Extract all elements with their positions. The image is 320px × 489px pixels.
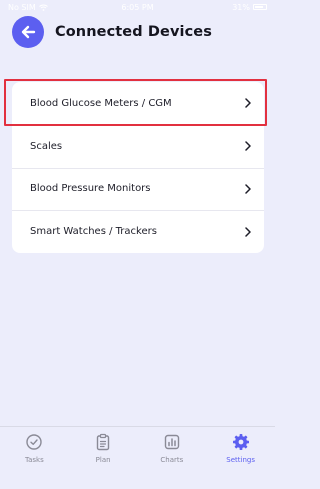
tab-label: Charts xyxy=(160,456,184,464)
back-button[interactable] xyxy=(12,16,44,48)
chevron-right-icon xyxy=(245,141,251,151)
devices-list: Blood Glucose Meters / CGM Scales Blood … xyxy=(4,79,267,253)
device-row-blood-pressure[interactable]: Blood Pressure Monitors xyxy=(12,168,264,211)
device-label: Blood Glucose Meters / CGM xyxy=(30,97,172,109)
device-label: Smart Watches / Trackers xyxy=(30,226,157,238)
tab-label: Plan xyxy=(95,456,111,464)
header: Connected Devices xyxy=(12,16,263,48)
chevron-right-icon xyxy=(245,226,251,237)
device-label: Blood Pressure Monitors xyxy=(30,183,151,195)
gear-icon xyxy=(232,434,249,450)
status-bar: No SIM 6:05 PM 31% xyxy=(0,0,275,14)
chevron-right-icon xyxy=(245,184,251,194)
tab-charts[interactable]: Charts xyxy=(138,433,206,464)
device-row-scales[interactable]: Scales xyxy=(12,125,264,168)
tab-bar: Tasks Plan Charts Settings xyxy=(0,426,275,489)
check-circle-icon xyxy=(26,434,43,450)
tab-plan[interactable]: Plan xyxy=(69,433,137,464)
tab-label: Tasks xyxy=(24,456,44,464)
device-row-smart-watches[interactable]: Smart Watches / Trackers xyxy=(12,210,264,253)
status-time: 6:05 PM xyxy=(121,2,154,12)
tab-label: Settings xyxy=(226,456,255,464)
device-label: Scales xyxy=(30,140,63,152)
battery-icon xyxy=(253,4,267,10)
device-row-glucose[interactable]: Blood Glucose Meters / CGM xyxy=(12,82,264,125)
page-title: Connected Devices xyxy=(55,24,212,40)
clipboard-icon xyxy=(96,433,110,451)
arrow-left-icon xyxy=(21,25,36,39)
tab-settings[interactable]: Settings xyxy=(207,433,275,464)
chevron-right-icon xyxy=(245,98,251,109)
bar-chart-icon xyxy=(164,434,180,450)
tab-tasks[interactable]: Tasks xyxy=(0,433,68,464)
